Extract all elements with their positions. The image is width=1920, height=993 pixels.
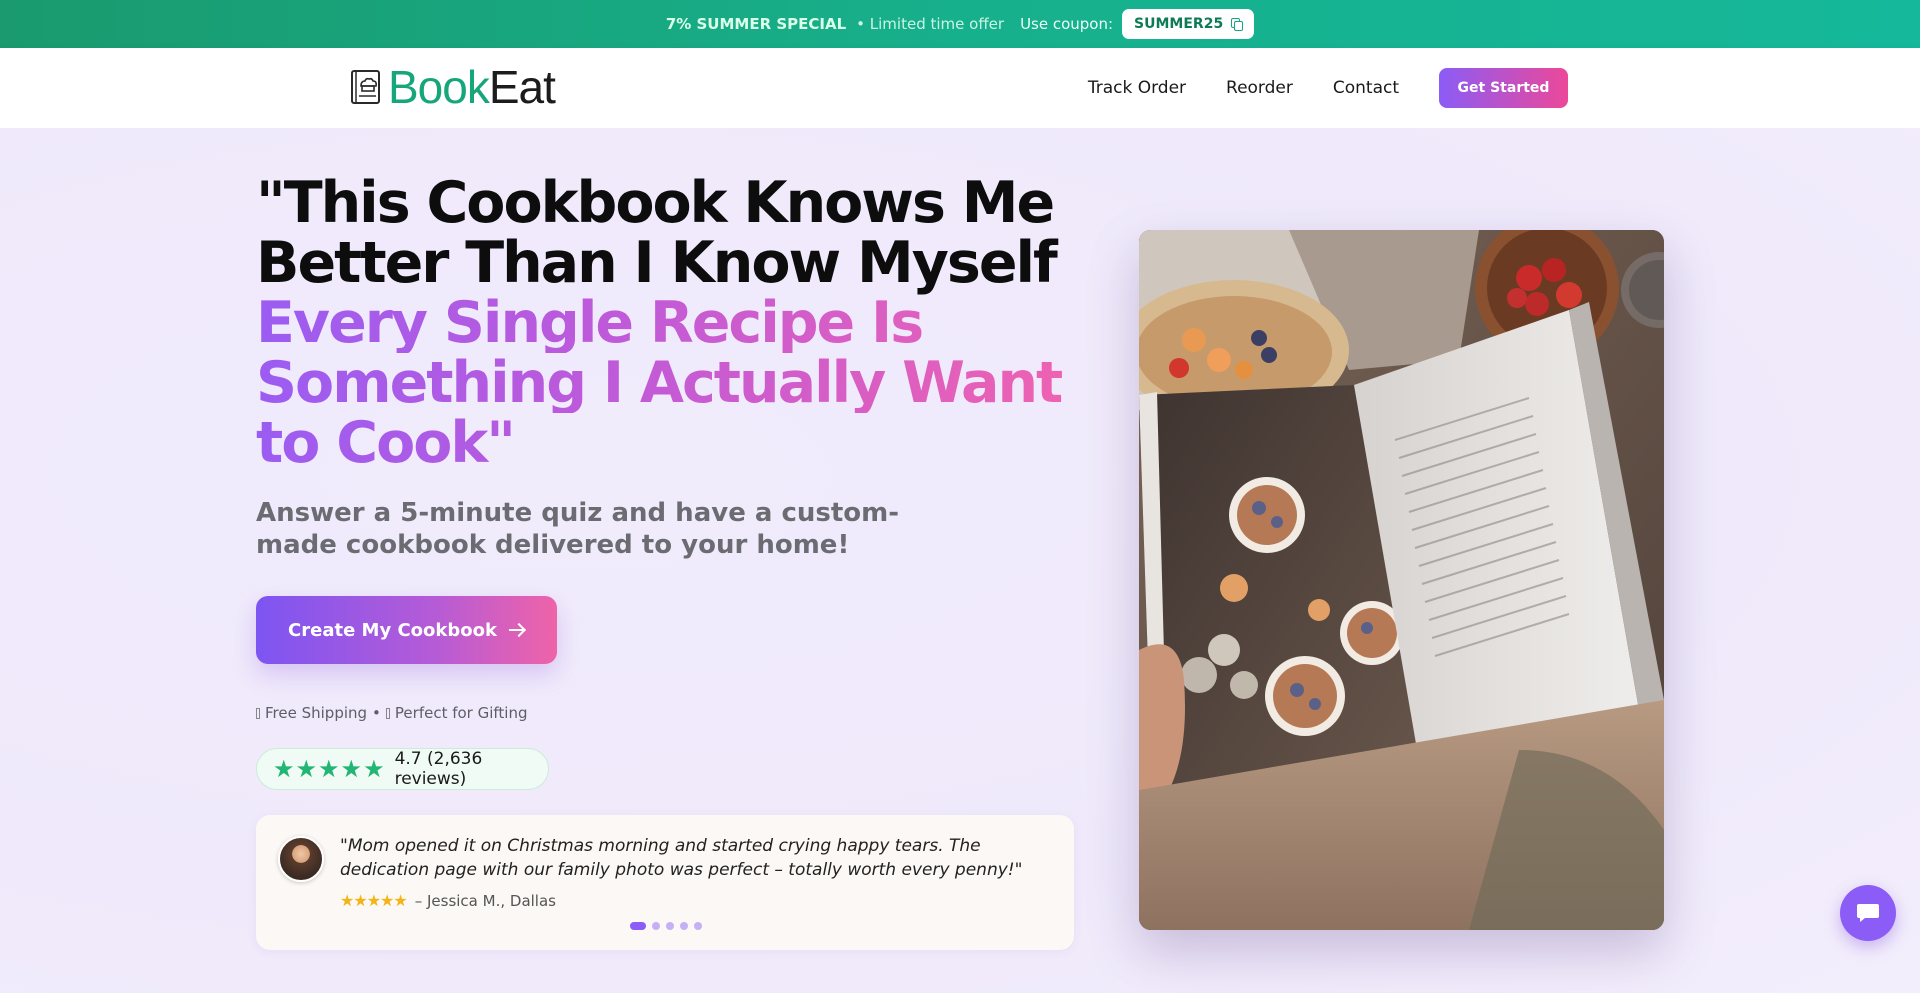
hero-headline: "This Cookbook Knows Me Better Than I Kn… [256, 173, 1076, 473]
create-cookbook-label: Create My Cookbook [288, 619, 497, 641]
star-icon: ★ [273, 755, 295, 783]
logo-text-eat: Eat [488, 61, 556, 113]
headline-line-5: to Cook" [256, 413, 1076, 473]
testimonial-quote: "Mom opened it on Christmas morning and … [340, 836, 1023, 880]
create-cookbook-button[interactable]: Create My Cookbook [256, 596, 557, 664]
slide-dot-1[interactable] [630, 922, 646, 930]
promo-headline: 7% SUMMER SPECIAL [665, 15, 847, 33]
hero-cookbook-photo [1139, 230, 1664, 930]
perk-free-shipping: Free Shipping [265, 704, 368, 722]
promo-banner: 7% SUMMER SPECIAL • Limited time offer U… [0, 0, 1920, 48]
testimonial-card: "Mom opened it on Christmas morning and … [256, 815, 1074, 950]
hero-subheadline: Answer a 5-minute quiz and have a custom… [256, 498, 900, 560]
star-icon: ★ [340, 755, 363, 783]
testimonial-pagination [630, 922, 702, 930]
gift-icon [385, 707, 390, 719]
chat-bubble-icon [1857, 904, 1879, 922]
shipping-icon [256, 707, 260, 719]
logo-text-book: Book [388, 61, 490, 113]
coupon-label: Use coupon: [1020, 15, 1114, 33]
star-icon: ★ [363, 755, 385, 783]
headline-line-4: Something I Actually Want [256, 353, 1076, 413]
rating-stars: ★ ★ ★ ★ ★ [273, 757, 385, 781]
headline-line-3: Every Single Recipe Is [256, 293, 1076, 353]
nav-contact[interactable]: Contact [1333, 78, 1399, 98]
site-header: BookEat Track Order Reorder Contact Get … [0, 48, 1920, 128]
arrow-right-icon [508, 624, 525, 636]
logo[interactable]: BookEat [350, 61, 556, 113]
star-icon: ★ [318, 755, 340, 783]
coupon-code-button[interactable]: SUMMER25 [1122, 9, 1255, 39]
nav-reorder[interactable]: Reorder [1226, 78, 1293, 98]
rating-badge[interactable]: ★ ★ ★ ★ ★ 4.7 (2,636 reviews) [256, 748, 549, 790]
perks-line: Free Shipping • Perfect for Gifting [256, 704, 528, 722]
slide-dot-2[interactable] [652, 922, 660, 930]
perk-gifting: Perfect for Gifting [394, 704, 528, 722]
promo-offer: • Limited time offer [856, 15, 1005, 33]
perk-separator: • [372, 704, 381, 722]
slide-dot-4[interactable] [680, 922, 688, 930]
get-started-button[interactable]: Get Started [1439, 68, 1568, 108]
slide-dot-5[interactable] [694, 922, 702, 930]
copy-icon [1231, 18, 1244, 31]
avatar [278, 836, 324, 882]
headline-line-2: Better Than I Know Myself [256, 230, 1058, 296]
testimonial-author: – Jessica M., Dallas [414, 891, 556, 910]
cookbook-photo-illustration [1139, 230, 1664, 930]
nav-track-order[interactable]: Track Order [1088, 78, 1186, 98]
logo-text: BookEat [388, 61, 556, 113]
testimonial-stars: ★★★★★ [340, 891, 408, 910]
coupon-code: SUMMER25 [1134, 16, 1224, 32]
cookbook-chef-hat-icon [351, 70, 380, 104]
headline-line-1: "This Cookbook Knows Me [256, 170, 1055, 236]
chat-button[interactable] [1840, 885, 1896, 941]
rating-text: 4.7 (2,636 reviews) [394, 749, 483, 789]
main-nav: Track Order Reorder Contact Get Started [1088, 68, 1568, 108]
star-icon: ★ [295, 755, 318, 783]
slide-dot-3[interactable] [666, 922, 674, 930]
testimonial-meta: ★★★★★ – Jessica M., Dallas [340, 891, 556, 910]
